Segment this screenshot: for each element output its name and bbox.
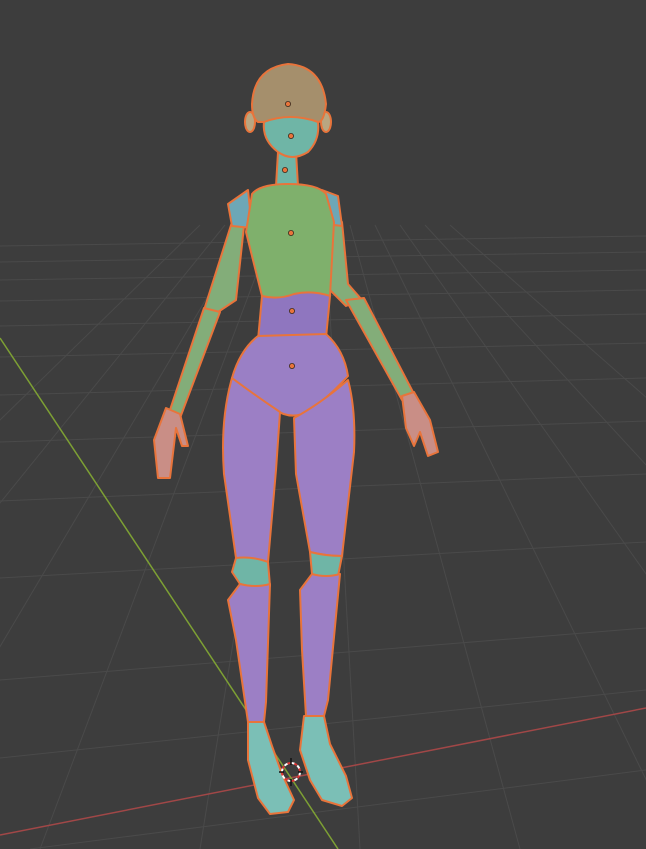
3d-viewport[interactable] <box>0 0 646 849</box>
left-forearm[interactable] <box>167 307 221 419</box>
right-foot[interactable] <box>299 715 353 807</box>
head[interactable] <box>251 63 327 123</box>
viewport-canvas[interactable] <box>0 0 646 849</box>
origin-dot <box>288 362 295 369</box>
left-knee[interactable] <box>231 556 271 588</box>
character-model[interactable] <box>153 63 439 815</box>
origin-dot <box>281 166 288 173</box>
origin-dot <box>284 101 291 108</box>
left-thigh[interactable] <box>222 377 281 563</box>
right-shin[interactable] <box>299 573 341 717</box>
left-shin[interactable] <box>227 583 271 723</box>
left-foot[interactable] <box>247 721 295 815</box>
waist[interactable] <box>257 291 331 341</box>
left-upper-arm[interactable] <box>203 221 245 313</box>
right-hand[interactable] <box>401 391 439 457</box>
right-upper-arm[interactable] <box>329 219 363 307</box>
left-hand[interactable] <box>153 407 189 479</box>
origin-dot <box>288 307 295 314</box>
chest[interactable] <box>245 183 335 299</box>
origin-dot <box>287 229 294 236</box>
origin-dot <box>287 132 294 139</box>
